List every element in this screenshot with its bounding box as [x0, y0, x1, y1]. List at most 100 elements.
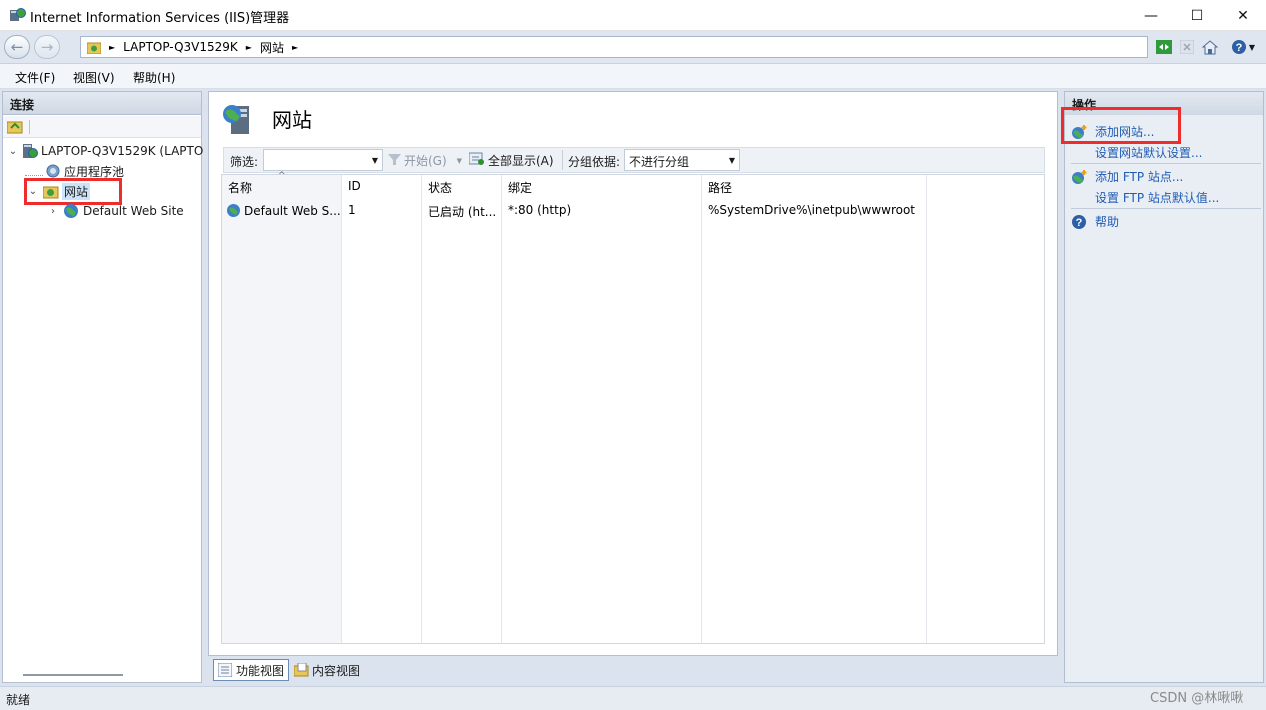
svg-text:?: ? — [1236, 42, 1243, 54]
column-header-path[interactable]: 路径 — [708, 179, 732, 196]
action-label: 添加 FTP 站点... — [1095, 170, 1184, 184]
group-by-select[interactable]: 不进行分组 ▼ — [624, 149, 740, 171]
tab-content-view[interactable]: 内容视图 — [290, 659, 364, 681]
column-header-binding[interactable]: 绑定 — [508, 179, 532, 196]
crumb-sites[interactable]: 网站 — [260, 39, 284, 56]
tree-item-label: 网站 — [62, 182, 91, 200]
show-all-label: 全部显示(A) — [488, 153, 554, 168]
sites-folder-icon — [87, 41, 101, 54]
cell-binding: *:80 (http) — [508, 203, 572, 217]
sort-ascending-icon: ^ — [278, 171, 286, 181]
address-bar: ← → ► LAPTOP-Q3V1529K ► 网站 ► ? ▼ — [0, 31, 1266, 64]
stop-icon[interactable] — [1177, 37, 1197, 57]
tree-item-sites[interactable]: ⌄ 网站 — [27, 181, 91, 201]
minimize-button[interactable]: — — [1128, 0, 1174, 31]
tab-label: 功能视图 — [236, 663, 285, 678]
tree-item-default-web-site[interactable]: › Default Web Site — [47, 201, 184, 221]
view-tabs: 功能视图 内容视图 — [208, 656, 1058, 684]
column-divider — [926, 175, 927, 643]
watermark: CSDN @林啾啾 — [1150, 691, 1244, 706]
content-view-icon — [294, 663, 309, 677]
horizontal-scrollbar[interactable] — [23, 674, 123, 676]
action-divider — [1071, 163, 1261, 164]
tree-item-label: Default Web Site — [83, 204, 184, 218]
connect-icon[interactable] — [6, 119, 23, 137]
column-header-name[interactable]: 名称 — [228, 179, 252, 196]
menu-file[interactable]: 文件(F) — [15, 69, 55, 86]
action-divider — [1071, 208, 1261, 209]
title-bar: Internet Information Services (IIS)管理器 —… — [0, 0, 1266, 31]
sites-table: ^ 名称 ID 状态 绑定 路径 Default Web S... 1 已启动 … — [221, 171, 1045, 644]
cell-name: Default Web S... — [226, 203, 341, 218]
iis-app-icon — [9, 7, 26, 23]
column-divider — [701, 175, 702, 643]
tab-features-view[interactable]: 功能视图 — [213, 659, 290, 681]
action-ftp-defaults[interactable]: 设置 FTP 站点默认值... — [1095, 189, 1219, 206]
action-site-defaults[interactable]: 设置网站默认设置... — [1095, 144, 1202, 161]
column-header-status[interactable]: 状态 — [428, 179, 452, 196]
main-content-panel: 网站 筛选: ▼ 开始(G) ▼ 全部显示(A) 分组依据: 不进行分组 ▼ ^… — [208, 91, 1058, 656]
cell-path: %SystemDrive%\inetpub\wwwroot — [708, 203, 915, 217]
back-button[interactable]: ← — [4, 35, 30, 59]
chevron-down-icon: ▼ — [371, 156, 378, 165]
action-help[interactable]: ? 帮助 — [1071, 213, 1119, 230]
tree-item-server[interactable]: ⌄ LAPTOP-Q3V1529K (LAPTO — [7, 141, 203, 161]
help-icon: ? — [1071, 214, 1087, 230]
column-header-id[interactable]: ID — [348, 179, 361, 193]
action-add-site[interactable]: 添加网站... — [1071, 123, 1154, 140]
page-title: 网站 — [272, 108, 312, 132]
table-row[interactable] — [222, 199, 1044, 219]
status-text: 就绪 — [6, 693, 31, 707]
tree-line — [25, 166, 43, 176]
chevron-down-icon: ▼ — [728, 156, 735, 165]
refresh-connection-icon[interactable] — [1154, 37, 1174, 57]
help-dropdown-button[interactable]: ? ▼ — [1228, 37, 1258, 57]
chevron-down-icon: ▼ — [1248, 42, 1256, 52]
filter-label: 筛选: — [230, 155, 259, 169]
actions-panel: 操作 添加网站... 设置网站默认设置... 添加 FTP 站点... 设置 F… — [1061, 91, 1264, 683]
chevron-down-icon: ▼ — [456, 156, 463, 165]
chevron-down-icon[interactable]: ⌄ — [27, 186, 39, 197]
tab-label: 内容视图 — [312, 663, 361, 678]
arrow-right-icon: → — [40, 38, 54, 56]
crumb-separator[interactable]: ► — [292, 43, 298, 52]
cell-status: 已启动 (ht... — [428, 205, 497, 219]
action-label: 添加网站... — [1095, 125, 1155, 139]
add-globe-icon — [1071, 124, 1087, 140]
crumb-server[interactable]: LAPTOP-Q3V1529K — [123, 40, 238, 54]
funnel-icon — [388, 153, 401, 169]
sorted-column-shading — [222, 175, 341, 643]
menu-view[interactable]: 视图(V) — [73, 69, 115, 86]
site-name: Default Web S... — [244, 203, 341, 218]
menu-help[interactable]: 帮助(H) — [133, 69, 175, 86]
action-add-ftp[interactable]: 添加 FTP 站点... — [1071, 168, 1183, 185]
chevron-right-icon[interactable]: › — [47, 206, 59, 217]
home-icon[interactable] — [1200, 37, 1220, 57]
go-label: 开始(G) — [404, 154, 447, 168]
address-field[interactable]: ► LAPTOP-Q3V1529K ► 网站 ► — [80, 36, 1148, 58]
forward-button[interactable]: → — [34, 35, 60, 59]
svg-text:?: ? — [1076, 217, 1083, 229]
add-globe-icon — [1071, 169, 1087, 185]
sites-folder-icon — [43, 184, 59, 199]
group-by-label: 分组依据: — [568, 155, 621, 169]
toolbar-divider — [29, 120, 30, 134]
connections-toolbar — [3, 116, 201, 138]
arrow-left-icon: ← — [10, 38, 24, 56]
show-all-button[interactable]: 全部显示(A) — [468, 151, 554, 169]
status-bar: 就绪 CSDN @林啾啾 — [0, 686, 1266, 710]
go-button[interactable]: 开始(G) ▼ — [388, 152, 462, 169]
globe-icon — [63, 203, 79, 219]
group-by-value: 不进行分组 — [629, 155, 690, 169]
globe-icon — [226, 203, 241, 218]
crumb-separator: ► — [109, 42, 116, 52]
close-button[interactable]: ✕ — [1220, 0, 1266, 31]
features-view-icon — [218, 663, 232, 677]
window-title: Internet Information Services (IIS)管理器 — [30, 11, 290, 26]
sites-page-icon — [221, 102, 255, 139]
chevron-down-icon[interactable]: ⌄ — [7, 146, 19, 157]
column-divider — [501, 175, 502, 643]
connections-panel: 连接 ⌄ LAPTOP-Q3V1529K (LAPTO 应用程序池 ⌄ 网站 ›… — [2, 91, 203, 683]
maximize-button[interactable]: ☐ — [1174, 0, 1220, 31]
filter-input[interactable]: ▼ — [263, 149, 383, 171]
